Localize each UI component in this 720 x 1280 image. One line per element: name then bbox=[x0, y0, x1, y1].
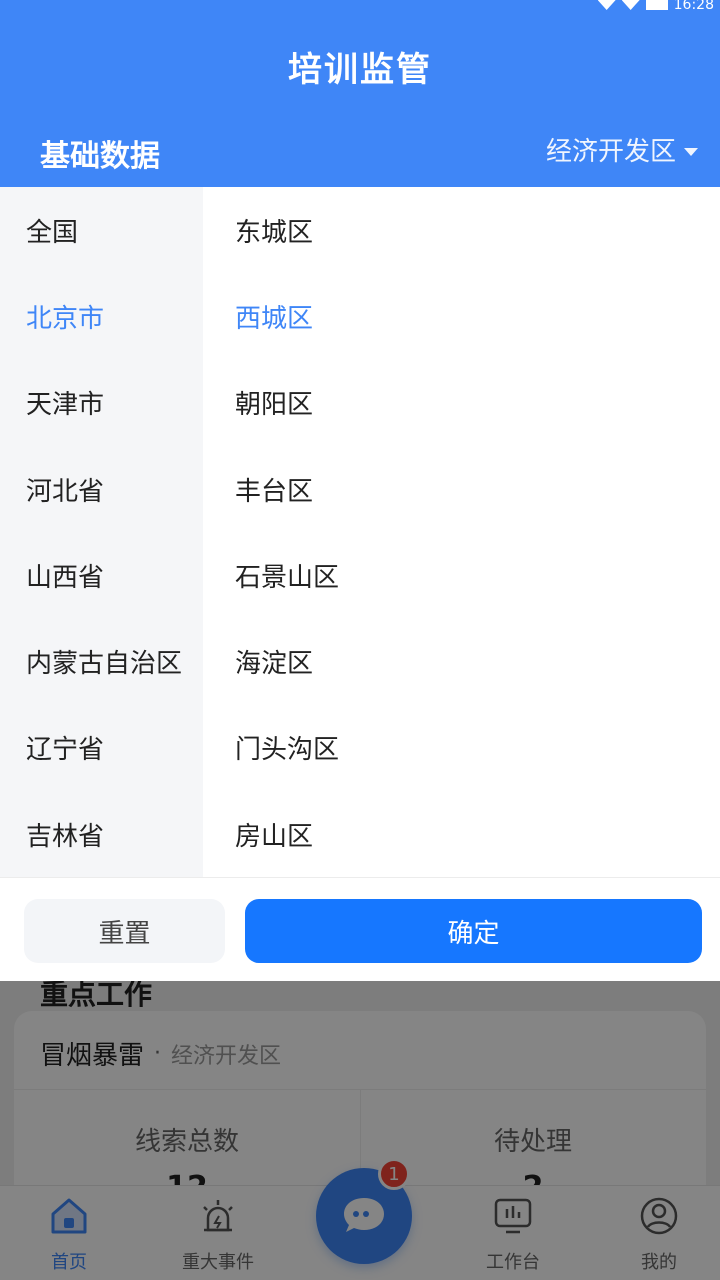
status-bar: 16:28 bbox=[597, 0, 720, 12]
signal-icon bbox=[621, 0, 640, 10]
modal-mask[interactable] bbox=[0, 981, 720, 1280]
district-option[interactable]: 石景山区 bbox=[203, 532, 720, 618]
province-option[interactable]: 山西省 bbox=[0, 532, 203, 618]
status-time: 16:28 bbox=[673, 0, 714, 10]
province-option[interactable]: 辽宁省 bbox=[0, 705, 203, 791]
province-option[interactable]: 内蒙古自治区 bbox=[0, 618, 203, 704]
region-picker: 全国 北京市 天津市 河北省 山西省 内蒙古自治区 辽宁省 吉林省 东城区 西城区 朝阳区 丰台区石… bbox=[0, 187, 720, 877]
reset-button[interactable]: 重置 bbox=[24, 899, 225, 963]
picker-actions: 重置 确定 bbox=[0, 877, 720, 981]
district-list[interactable]: 东城区 西城区 朝阳区 丰台区 石景山区 海淀区 门头沟区 房山区 bbox=[203, 187, 720, 877]
province-option[interactable]: 吉林省 bbox=[0, 791, 203, 877]
section-title: 基础数据 bbox=[40, 139, 160, 174]
district-option[interactable]: 丰台区 bbox=[203, 446, 720, 532]
caret-down-icon bbox=[684, 147, 698, 156]
district-option[interactable]: 东城区 bbox=[203, 187, 720, 273]
district-option[interactable]: 朝阳区 bbox=[203, 360, 720, 446]
province-option[interactable]: 天津市 bbox=[0, 360, 203, 446]
region-dropdown-label: 经济开发区 bbox=[545, 137, 676, 167]
province-option[interactable]: 河北省 bbox=[0, 446, 203, 532]
province-list[interactable]: 全国 北京市 天津市 河北省 山西省 内蒙古自治区 辽宁省 吉林省 bbox=[0, 187, 203, 877]
district-option[interactable]: 海淀区 bbox=[203, 618, 720, 704]
page-title: 培训监管 bbox=[288, 50, 432, 90]
province-option[interactable]: 全国 bbox=[0, 187, 203, 273]
region-dropdown[interactable]: 经济开发区 bbox=[546, 131, 698, 168]
battery-icon bbox=[645, 0, 668, 10]
confirm-button[interactable]: 确定 bbox=[245, 899, 702, 963]
district-option[interactable]: 房山区 bbox=[203, 791, 720, 877]
province-option[interactable]: 北京市 bbox=[0, 273, 203, 359]
district-option[interactable]: 西城区 bbox=[203, 273, 720, 359]
top-header: 16:28 培训监管 基础数据 经济开发区 bbox=[0, 0, 720, 187]
district-option[interactable]: 门头沟区 bbox=[203, 705, 720, 791]
wifi-icon bbox=[597, 0, 616, 10]
